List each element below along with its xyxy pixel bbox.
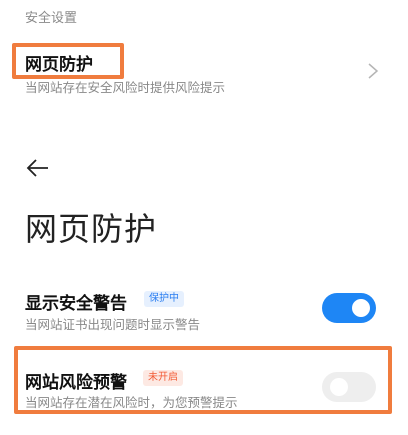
security-warning-title: 显示安全警告 <box>25 294 127 314</box>
section-header: 安全设置 <box>25 11 78 26</box>
security-warning-subtitle: 当网站证书出现问题时显示警告 <box>25 317 201 332</box>
status-badge-not-enabled: 未开启 <box>143 370 183 386</box>
chevron-right-icon[interactable] <box>366 62 380 80</box>
risk-alert-toggle[interactable] <box>322 372 376 402</box>
web-protection-item-subtitle: 当网站存在安全风险时提供风险提示 <box>25 80 226 95</box>
web-protection-item-title[interactable]: 网页防护 <box>25 50 93 75</box>
toggle-knob <box>330 378 348 396</box>
security-warning-toggle[interactable] <box>322 293 376 323</box>
risk-alert-subtitle: 当网站存在潜在风险时，为您预警提示 <box>25 395 238 410</box>
risk-alert-title: 网站风险预警 <box>25 373 127 393</box>
toggle-knob <box>352 299 370 317</box>
back-arrow-icon[interactable] <box>26 158 50 178</box>
status-badge-protecting: 保护中 <box>144 291 184 307</box>
page-title: 网页防护 <box>25 210 158 248</box>
